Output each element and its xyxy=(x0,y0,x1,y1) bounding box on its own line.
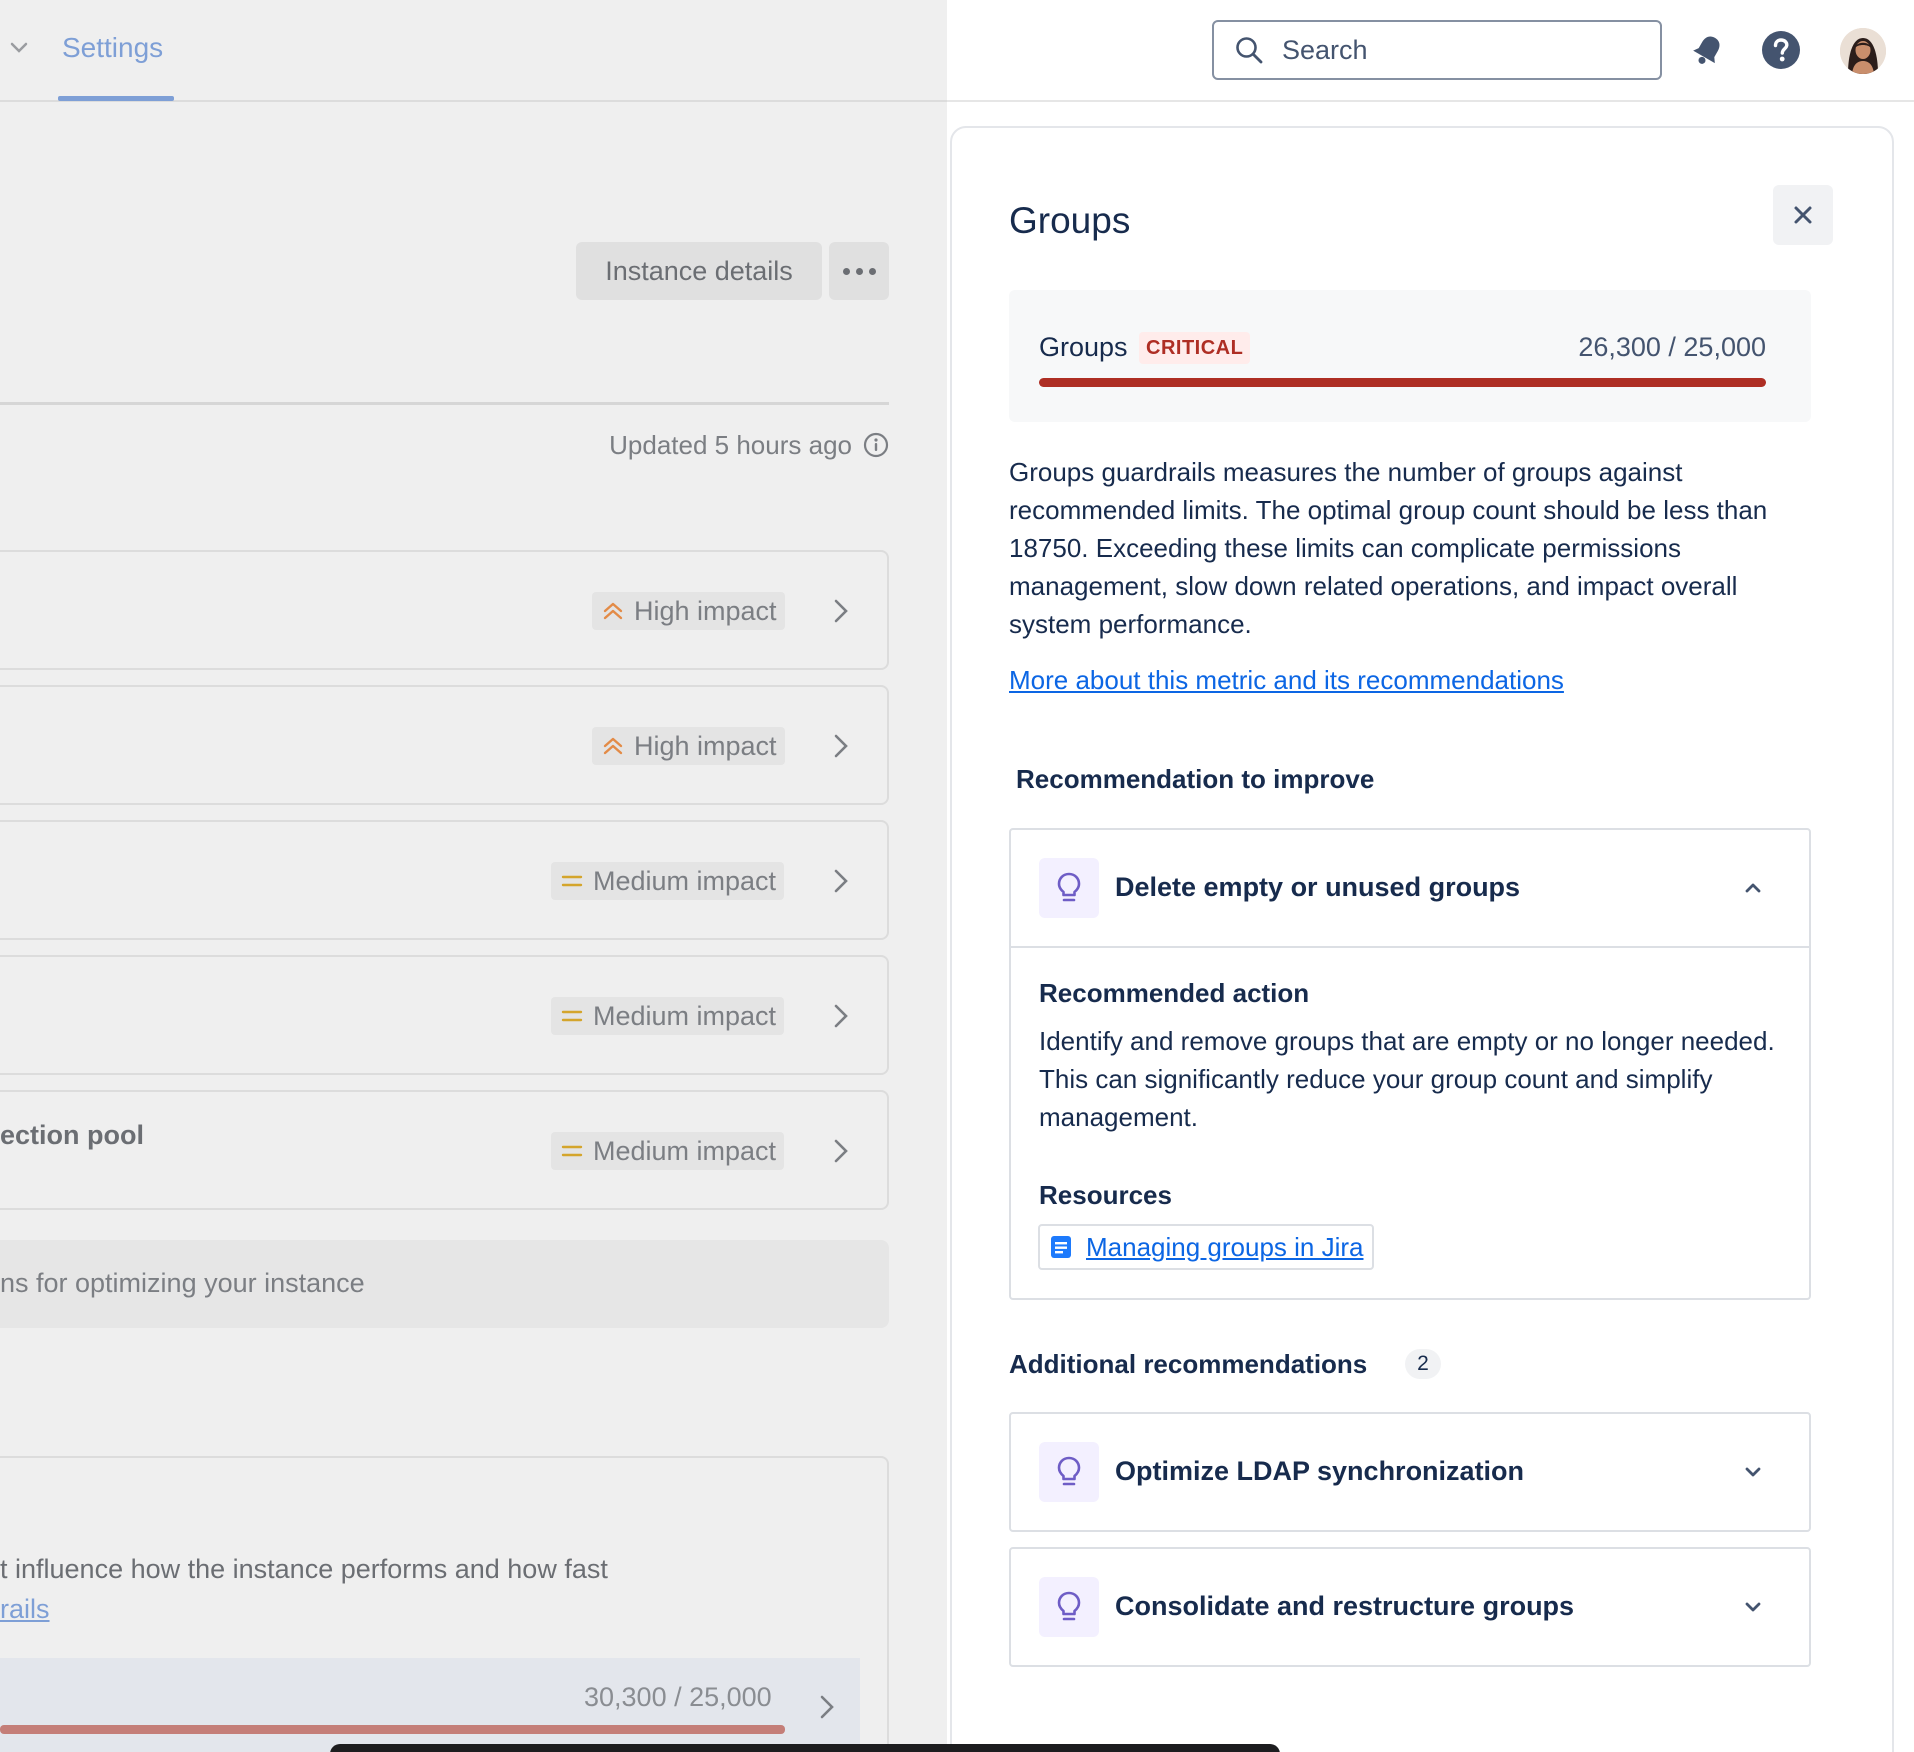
impact-lozenge: Medium impact xyxy=(551,997,785,1035)
recommendation-row[interactable]: High impact xyxy=(0,550,889,670)
chevron-right-icon[interactable] xyxy=(828,596,854,626)
chevron-down-icon[interactable] xyxy=(8,36,30,58)
metric-progress-bar xyxy=(1039,378,1766,387)
impact-label: High impact xyxy=(634,730,777,761)
metric-value: 26,300 / 25,000 xyxy=(1578,332,1766,362)
recommended-action-heading: Recommended action xyxy=(1039,978,1310,1008)
chevron-right-icon[interactable] xyxy=(828,1001,854,1031)
accordion-header[interactable]: Delete empty or unused groups xyxy=(1011,830,1809,946)
resource-link-chip[interactable]: Managing groups in Jira xyxy=(1038,1224,1374,1270)
medium-impact-icon xyxy=(561,1010,583,1022)
background-page: Settings Instance details Updated 5 hour… xyxy=(0,0,947,1752)
recommendation-accordion[interactable]: Optimize LDAP synchronization xyxy=(1009,1412,1811,1532)
lightbulb-tile xyxy=(1039,1577,1099,1637)
recommendation-row[interactable]: High impact xyxy=(0,685,889,805)
recommended-action-text: Identify and remove groups that are empt… xyxy=(1039,1026,1775,1132)
impact-label: Medium impact xyxy=(593,1135,777,1166)
help-icon xyxy=(1762,31,1800,69)
top-nav: Settings xyxy=(0,0,947,102)
impact-label: High impact xyxy=(634,595,777,626)
updated-text: Updated 5 hours ago xyxy=(609,429,852,460)
high-impact-icon xyxy=(603,602,623,620)
metric-value: 30,300 / 25,000 xyxy=(584,1682,772,1712)
bottom-scroll-indicator xyxy=(330,1744,1280,1752)
avatar-image xyxy=(1840,28,1886,74)
chevron-right-icon[interactable] xyxy=(814,1692,840,1722)
additional-recommendations-heading: Additional recommendations xyxy=(1009,1349,1368,1379)
close-icon xyxy=(1794,206,1812,224)
user-avatar[interactable] xyxy=(1840,28,1886,74)
lightbulb-tile xyxy=(1039,858,1099,918)
notifications-button[interactable] xyxy=(1686,28,1730,72)
resource-link[interactable]: Managing groups in Jira xyxy=(1086,1232,1364,1263)
lightbulb-icon xyxy=(1057,1456,1081,1486)
search-icon xyxy=(1236,37,1263,64)
accordion-header[interactable]: Consolidate and restructure groups xyxy=(1011,1549,1809,1665)
chevron-down-icon[interactable] xyxy=(1741,1595,1765,1619)
lightbulb-icon xyxy=(1057,872,1081,902)
notification-bell-icon xyxy=(1693,36,1720,64)
close-button[interactable] xyxy=(1773,185,1833,245)
recommendation-heading: Recommendation to improve xyxy=(1016,764,1375,794)
impact-lozenge: High impact xyxy=(592,727,785,765)
medium-impact-icon xyxy=(561,1145,583,1157)
chevron-up-icon[interactable] xyxy=(1741,876,1765,900)
medium-impact-icon xyxy=(561,875,583,887)
recommendation-row[interactable]: Medium impact xyxy=(0,955,889,1075)
resources-heading: Resources xyxy=(1039,1180,1172,1210)
tip-text: ns for optimizing your instance xyxy=(0,1268,365,1298)
chevron-right-icon[interactable] xyxy=(828,866,854,896)
recommendation-row[interactable]: Medium impact xyxy=(0,820,889,940)
impact-lozenge: Medium impact xyxy=(551,1132,785,1170)
status-badge: CRITICAL xyxy=(1139,332,1251,364)
guardrails-link[interactable]: rails xyxy=(0,1594,50,1625)
chevron-right-icon[interactable] xyxy=(828,731,854,761)
more-options-button[interactable] xyxy=(829,242,889,300)
panel-title: Groups xyxy=(1009,200,1131,241)
instance-details-button[interactable]: Instance details xyxy=(576,242,822,300)
accordion-divider xyxy=(1011,946,1809,948)
lightbulb-icon xyxy=(1057,1591,1081,1621)
search-box[interactable] xyxy=(1212,20,1662,80)
search-input[interactable] xyxy=(1282,34,1622,66)
tip-banner: ns for optimizing your instance xyxy=(0,1240,889,1328)
impact-label: Medium impact xyxy=(593,865,777,896)
divider xyxy=(0,402,889,405)
high-impact-icon xyxy=(603,737,623,755)
accordion-header[interactable]: Optimize LDAP synchronization xyxy=(1011,1414,1809,1530)
tab-settings[interactable]: Settings xyxy=(62,32,163,64)
chevron-right-icon[interactable] xyxy=(828,1136,854,1166)
accordion-title: Optimize LDAP synchronization xyxy=(1115,1456,1525,1486)
recommendation-accordion[interactable]: Consolidate and restructure groups xyxy=(1009,1547,1811,1667)
guardrails-description: t influence how the instance performs an… xyxy=(0,1554,608,1584)
chevron-down-icon[interactable] xyxy=(1741,1460,1765,1484)
count-badge: 2 xyxy=(1405,1349,1441,1379)
accordion-title: Consolidate and restructure groups xyxy=(1115,1591,1575,1621)
help-button[interactable] xyxy=(1759,28,1803,72)
metric-progress-bar xyxy=(0,1725,785,1734)
row-title: ection pool xyxy=(0,1120,144,1150)
metric-label: Groups xyxy=(1039,332,1128,362)
impact-lozenge: Medium impact xyxy=(551,862,785,900)
recommendation-row[interactable]: ection pool Medium impact xyxy=(0,1090,889,1210)
info-icon[interactable] xyxy=(862,431,890,459)
updated-status: Updated 5 hours ago xyxy=(560,428,890,462)
active-tab-indicator xyxy=(58,96,174,101)
document-icon xyxy=(1051,1236,1071,1258)
lightbulb-tile xyxy=(1039,1442,1099,1502)
impact-lozenge: High impact xyxy=(592,592,785,630)
header-divider xyxy=(947,100,1914,102)
impact-label: Medium impact xyxy=(593,1000,777,1031)
accordion-title: Delete empty or unused groups xyxy=(1115,872,1521,902)
more-about-metric-link[interactable]: More about this metric and its recommend… xyxy=(1009,665,1564,696)
metric-description: Groups guardrails measures the number of… xyxy=(1009,457,1768,639)
